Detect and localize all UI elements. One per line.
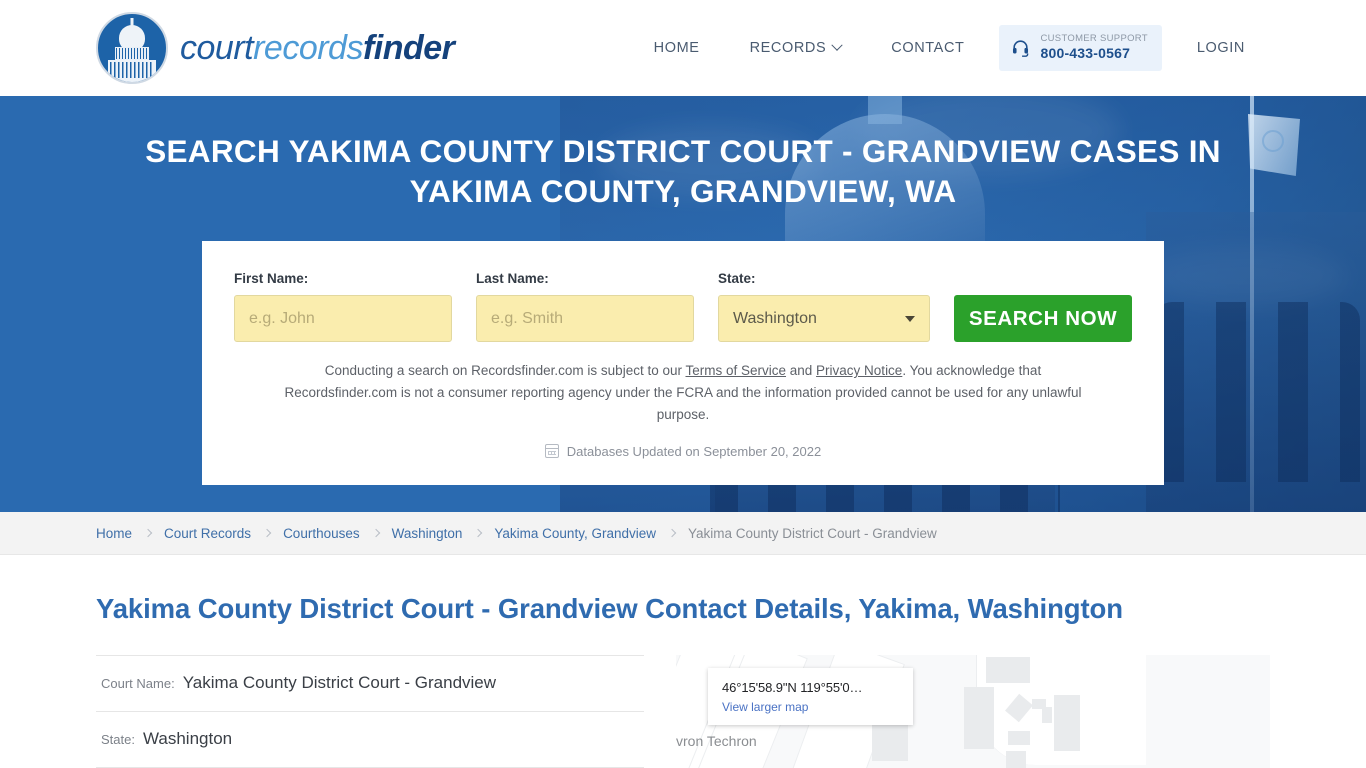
breadcrumb-item-current: Yakima County District Court - Grandview (687, 525, 937, 541)
nav-item-contact[interactable]: CONTACT (866, 40, 989, 56)
chevron-right-icon (371, 528, 380, 538)
databases-updated-row: Databases Updated on September 20, 2022 (234, 444, 1132, 459)
logo-part-records: records (253, 28, 363, 67)
nav-item-label: HOME (653, 40, 700, 56)
detail-value: Washington (142, 729, 233, 748)
hero-section: SEARCH YAKIMA COUNTY DISTRICT COURT - GR… (0, 96, 1366, 512)
search-form-card: First Name: Last Name: State: Washington… (202, 241, 1164, 485)
terms-of-service-link[interactable]: Terms of Service (685, 363, 786, 378)
map-building (986, 657, 1030, 683)
headset-icon (1011, 38, 1030, 58)
first-name-field-group: First Name: (234, 271, 452, 342)
first-name-label: First Name: (234, 271, 309, 286)
page-title: Yakima County District Court - Grandview… (96, 593, 1123, 624)
state-label: State: (718, 271, 756, 286)
nav-item-login[interactable]: LOGIN (1172, 40, 1270, 56)
search-disclaimer: Conducting a search on Recordsfinder.com… (234, 360, 1132, 426)
privacy-notice-link[interactable]: Privacy Notice (816, 363, 902, 378)
table-row: Court Name: Yakima County District Court… (96, 655, 644, 711)
chevron-right-icon (262, 528, 272, 538)
calendar-icon (544, 444, 559, 459)
logo-wordmark: courtrecordsfinder (180, 28, 455, 68)
breadcrumb-item-county[interactable]: Yakima County, Grandview (494, 526, 656, 541)
customer-support-box[interactable]: CUSTOMER SUPPORT 800-433-0567 (999, 25, 1162, 71)
main-content: Yakima County District Court - Grandview… (0, 555, 1366, 768)
disclaimer-text-1: Conducting a search on Recordsfinder.com… (324, 363, 686, 378)
site-header: courtrecordsfinder HOME RECORDS CONTACT … (0, 0, 1366, 96)
main-navigation: HOME RECORDS CONTACT CUSTOMER SUPPORT 80… (629, 0, 1270, 96)
search-form-row: First Name: Last Name: State: Washington… (234, 271, 1132, 342)
breadcrumb-item-courthouses[interactable]: Courthouses (283, 526, 360, 541)
breadcrumb-item-court-records[interactable]: Court Records (164, 526, 251, 541)
breadcrumb: Home Court Records Courthouses Washingto… (96, 526, 937, 541)
last-name-input[interactable] (476, 295, 694, 342)
support-label: CUSTOMER SUPPORT (1040, 33, 1148, 45)
nav-item-records[interactable]: RECORDS (725, 39, 867, 56)
disclaimer-text-2: and (786, 363, 817, 378)
chevron-right-icon (143, 528, 153, 538)
court-details-section: Court Name: Yakima County District Court… (96, 655, 1270, 768)
map-building (1006, 751, 1026, 768)
logo-part-court: court (180, 28, 254, 67)
chevron-down-icon (831, 39, 843, 51)
logo-part-finder: finder (362, 28, 455, 67)
location-map[interactable]: vron Techron 46°15'58.9"N 119°55'0… View… (676, 655, 1270, 768)
nav-item-label: LOGIN (1196, 40, 1245, 56)
last-name-field-group: Last Name: (476, 271, 694, 342)
map-building (1008, 731, 1030, 745)
hero-title: SEARCH YAKIMA COUNTY DISTRICT COURT - GR… (145, 133, 1221, 210)
map-coordinates: 46°15'58.9"N 119°55'0… (722, 680, 863, 695)
first-name-input[interactable] (234, 295, 452, 342)
map-place-label: vron Techron (676, 733, 757, 749)
detail-label: Court Name: (101, 676, 175, 691)
nav-item-label: RECORDS (749, 40, 827, 56)
map-info-card: 46°15'58.9"N 119°55'0… View larger map (708, 668, 913, 725)
databases-updated-text: Databases Updated on September 20, 2022 (566, 443, 822, 459)
site-logo[interactable]: courtrecordsfinder (96, 12, 455, 84)
view-larger-map-link[interactable]: View larger map (722, 700, 899, 714)
last-name-label: Last Name: (476, 271, 549, 286)
map-building (1054, 695, 1080, 751)
search-now-button[interactable]: SEARCH NOW (954, 295, 1132, 342)
chevron-down-icon (905, 315, 915, 322)
state-field-group: State: Washington (718, 271, 930, 342)
nav-item-label: CONTACT (891, 40, 965, 56)
support-phone[interactable]: 800-433-0567 (1040, 45, 1147, 61)
state-select[interactable]: Washington (718, 295, 930, 342)
breadcrumb-item-home[interactable]: Home (96, 526, 132, 541)
nav-item-home[interactable]: HOME (629, 40, 725, 56)
breadcrumb-bar: Home Court Records Courthouses Washingto… (0, 512, 1366, 555)
state-selected-value: Washington (733, 309, 817, 327)
court-details-table: Court Name: Yakima County District Court… (96, 655, 644, 768)
table-row: State: Washington (96, 711, 644, 767)
map-building (1042, 707, 1052, 723)
breadcrumb-item-washington[interactable]: Washington (392, 526, 463, 541)
detail-value: Yakima County District Court - Grandview (182, 673, 497, 692)
capitol-dome-seal-icon (96, 12, 168, 84)
map-building (964, 687, 994, 749)
detail-label: State: (101, 732, 135, 747)
chevron-right-icon (474, 528, 483, 538)
chevron-right-icon (667, 528, 677, 538)
